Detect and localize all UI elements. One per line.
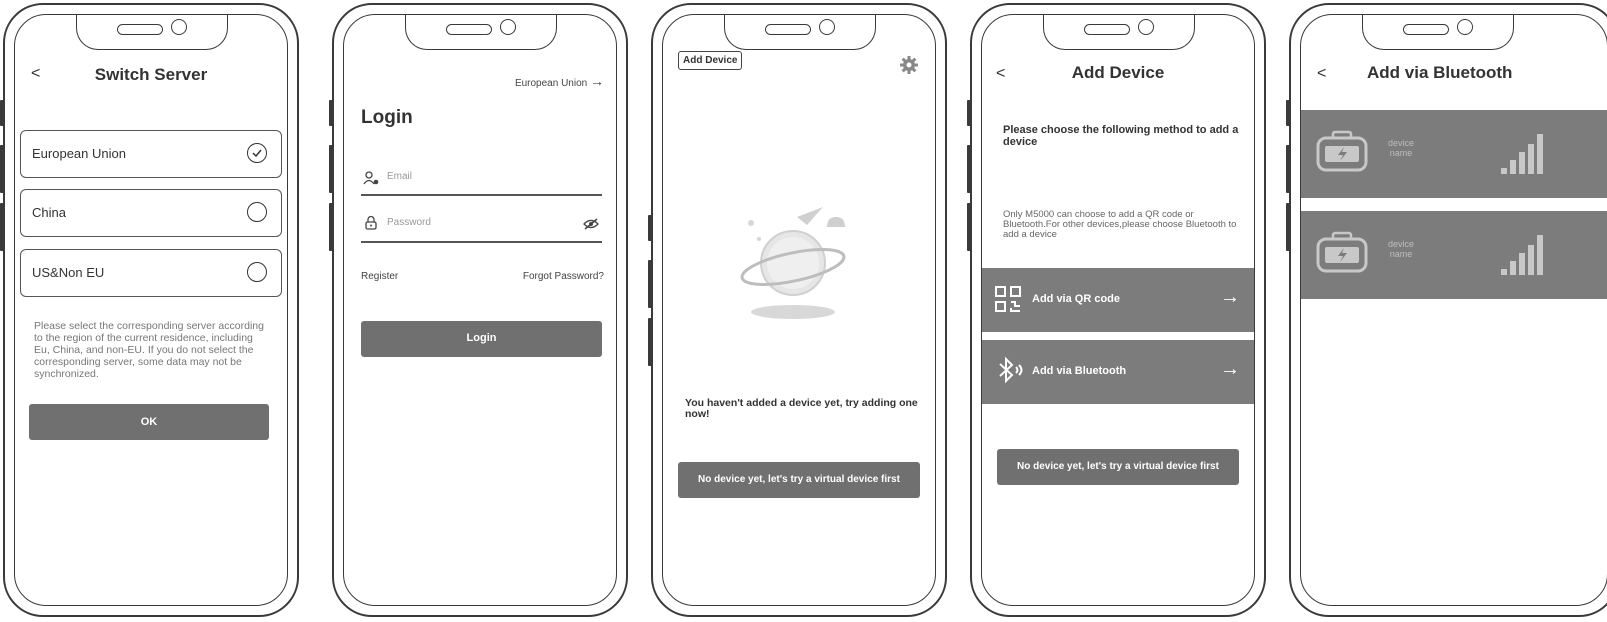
- ok-button[interactable]: OK: [29, 404, 269, 440]
- method-note: Only M5000 can choose to add a QR code o…: [1003, 209, 1237, 240]
- user-icon: [363, 171, 379, 190]
- back-button[interactable]: <: [1317, 65, 1326, 83]
- add-via-qr-button[interactable]: Add via QR code →: [982, 268, 1254, 332]
- device-name: device name: [1387, 239, 1414, 259]
- radio-icon: [247, 202, 267, 222]
- radio-icon: [247, 262, 267, 282]
- bluetooth-icon: [994, 355, 1024, 390]
- server-option-china[interactable]: China: [20, 189, 282, 237]
- battery-station-icon: [1315, 130, 1369, 179]
- server-note: Please select the corresponding server a…: [34, 320, 264, 380]
- phone-screen: European Union → Login Email Password Re…: [343, 14, 617, 606]
- gear-icon[interactable]: [899, 55, 919, 80]
- phone-notch: [1043, 15, 1195, 50]
- planet-illustration: [735, 195, 865, 330]
- phone-side-button: [1286, 203, 1290, 251]
- email-placeholder: Email: [387, 171, 413, 182]
- bluetooth-label: Add via Bluetooth: [1032, 365, 1127, 377]
- try-virtual-device-button[interactable]: No device yet, let's try a virtual devic…: [678, 462, 920, 498]
- lock-icon: [365, 215, 377, 235]
- server-option-label: US&Non EU: [32, 265, 105, 280]
- register-link[interactable]: Register: [361, 271, 398, 282]
- battery-station-icon: [1315, 231, 1369, 280]
- server-option-us-non-eu[interactable]: US&Non EU: [20, 249, 282, 297]
- phone-screen: < Add Device Please choose the following…: [981, 14, 1255, 606]
- method-heading: Please choose the following method to ad…: [1003, 124, 1239, 148]
- phone-side-button: [967, 145, 971, 193]
- add-device-button[interactable]: Add Device: [678, 51, 743, 70]
- phone-login: European Union → Login Email Password Re…: [329, 3, 628, 617]
- arrow-right-icon: →: [590, 73, 604, 89]
- phone-notch: [724, 15, 876, 50]
- phone-bluetooth-list: < Add via Bluetooth device name device n…: [1286, 3, 1607, 617]
- empty-state-message: You haven't added a device yet, try addi…: [685, 397, 918, 420]
- device-card[interactable]: device name: [1301, 211, 1607, 299]
- arrow-right-icon: →: [1220, 286, 1240, 308]
- phone-side-button: [648, 260, 652, 308]
- phone-side-button: [1286, 145, 1290, 193]
- server-option-label: European Union: [32, 146, 126, 161]
- phone-side-button: [329, 145, 333, 193]
- try-virtual-device-button[interactable]: No device yet, let's try a virtual devic…: [997, 449, 1239, 485]
- phone-screen: Add Device You haven't added a device ye…: [662, 14, 936, 606]
- page-title: Switch Server: [94, 65, 208, 84]
- arrow-right-icon: →: [1220, 358, 1240, 380]
- password-placeholder: Password: [387, 217, 431, 228]
- phone-side-button: [648, 215, 652, 241]
- email-underline: [361, 194, 602, 196]
- phone-notch: [76, 15, 228, 50]
- signal-strength-icon: [1499, 233, 1545, 282]
- server-option-label: China: [32, 205, 66, 220]
- phone-screen: < Switch Server European Union China US&…: [14, 14, 288, 606]
- phone-side-button: [967, 203, 971, 251]
- login-button[interactable]: Login: [361, 321, 602, 357]
- region-selector[interactable]: European Union →: [515, 73, 604, 89]
- phone-add-device: < Add Device Please choose the following…: [967, 3, 1266, 617]
- qr-code-icon: [994, 285, 1022, 318]
- checkmark-icon: [247, 143, 267, 163]
- phone-side-button: [0, 145, 4, 193]
- phone-notch: [1362, 15, 1514, 50]
- phone-notch: [405, 15, 557, 50]
- phone-screen: < Add via Bluetooth device name device n…: [1300, 14, 1607, 606]
- add-via-bluetooth-button[interactable]: Add via Bluetooth →: [982, 340, 1254, 404]
- phone-side-button: [1286, 100, 1290, 126]
- phone-switch-server: < Switch Server European Union China US&…: [0, 3, 299, 617]
- phone-side-button: [0, 203, 4, 251]
- server-option-eu[interactable]: European Union: [20, 130, 282, 178]
- page-title: Login: [361, 107, 413, 128]
- page-title: Add Device: [1071, 63, 1165, 82]
- email-field[interactable]: Email: [361, 165, 601, 195]
- device-card[interactable]: device name: [1301, 110, 1607, 198]
- phone-side-button: [0, 100, 4, 126]
- page-title: Add via Bluetooth: [1367, 63, 1513, 82]
- phone-home: Add Device You haven't added a device ye…: [648, 3, 947, 617]
- phone-side-button: [648, 318, 652, 366]
- device-name: device name: [1387, 138, 1414, 158]
- phone-side-button: [329, 100, 333, 126]
- password-underline: [361, 241, 602, 243]
- phone-side-button: [967, 100, 971, 126]
- qr-label: Add via QR code: [1032, 293, 1121, 305]
- signal-strength-icon: [1499, 132, 1545, 181]
- password-field[interactable]: Password: [361, 211, 601, 241]
- forgot-password-link[interactable]: Forgot Password?: [523, 271, 604, 282]
- phone-side-button: [329, 203, 333, 251]
- eye-off-icon[interactable]: [583, 217, 599, 235]
- region-label: European Union: [514, 78, 588, 89]
